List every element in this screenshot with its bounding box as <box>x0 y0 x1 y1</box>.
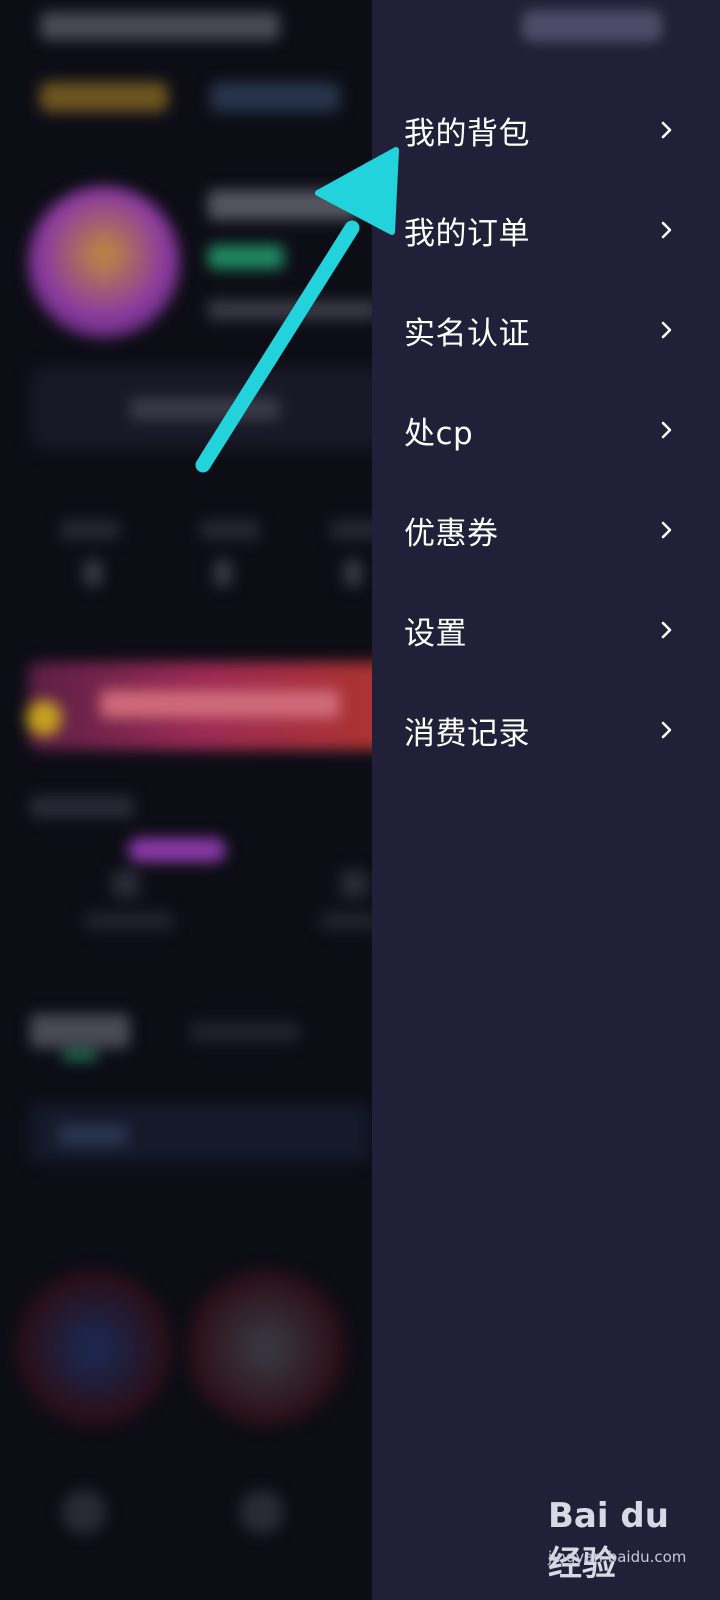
menu-item-label: 实名认证 <box>404 315 530 352</box>
chevron-right-icon <box>661 421 672 439</box>
menu-item-cp[interactable]: 处cp <box>372 380 720 480</box>
background-app-blurred <box>0 0 372 1600</box>
menu-item-spending-records[interactable]: 消费记录 <box>372 680 720 780</box>
chevron-right-icon <box>661 721 672 739</box>
menu-item-label: 优惠券 <box>404 515 499 552</box>
baidu-jingyan-watermark: Bai du 经验 jingyan.baidu.com <box>548 1492 688 1584</box>
menu-item-backpack[interactable]: 我的背包 <box>372 80 720 180</box>
menu-item-coupons[interactable]: 优惠券 <box>372 480 720 580</box>
menu-item-label: 设置 <box>404 615 467 652</box>
chevron-right-icon <box>661 121 672 139</box>
menu-item-label: 消费记录 <box>404 715 530 752</box>
chevron-right-icon <box>661 521 672 539</box>
chevron-right-icon <box>661 221 672 239</box>
avatar <box>28 186 180 338</box>
menu-item-label: 我的背包 <box>404 115 530 152</box>
status-bar-blurred <box>522 10 662 42</box>
chevron-right-icon <box>661 321 672 339</box>
menu-item-orders[interactable]: 我的订单 <box>372 180 720 280</box>
side-drawer: 我的背包 我的订单 实名认证 处cp 优惠券 设置 消费记录 <box>372 0 720 1600</box>
watermark-logo: Bai du 经验 <box>548 1496 669 1584</box>
chevron-right-icon <box>661 621 672 639</box>
drawer-menu: 我的背包 我的订单 实名认证 处cp 优惠券 设置 消费记录 <box>372 80 720 780</box>
menu-item-label: 处cp <box>404 415 474 452</box>
menu-item-label: 我的订单 <box>404 215 530 252</box>
watermark-url: jingyan.baidu.com <box>548 1548 687 1566</box>
menu-item-real-name-verification[interactable]: 实名认证 <box>372 280 720 380</box>
menu-item-settings[interactable]: 设置 <box>372 580 720 680</box>
